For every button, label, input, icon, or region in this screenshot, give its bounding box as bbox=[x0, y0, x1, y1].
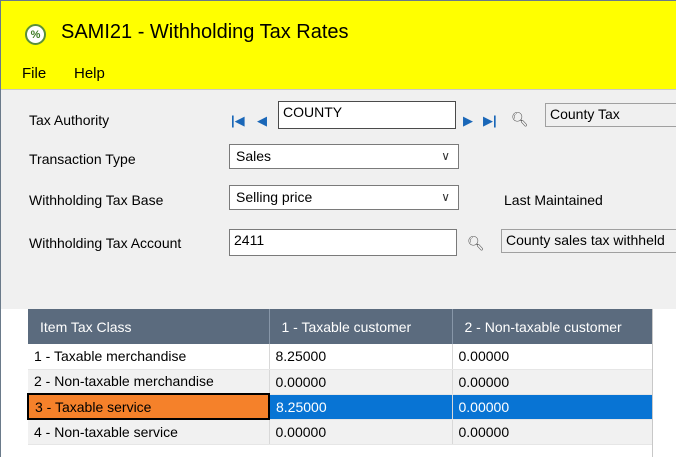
withholding-tax-base-label: Withholding Tax Base bbox=[29, 192, 164, 208]
next-record-icon[interactable]: ▶ bbox=[463, 113, 473, 129]
chevron-down-icon: ∨ bbox=[441, 190, 450, 204]
cell-taxable-rate[interactable]: 0.00000 bbox=[269, 419, 453, 445]
last-record-icon[interactable]: ▶| bbox=[483, 113, 497, 129]
previous-record-icon[interactable]: ◀ bbox=[257, 113, 267, 129]
cell-non-taxable-rate[interactable]: 0.00000 bbox=[452, 344, 654, 370]
tax-account-description: County sales tax withheld bbox=[501, 229, 676, 253]
cell-item-tax-class[interactable]: 3 - Taxable service bbox=[27, 393, 270, 420]
table-row-selected[interactable]: 3 - Taxable service 8.25000 0.00000 bbox=[27, 393, 654, 420]
cell-non-taxable-rate[interactable]: 0.00000 bbox=[452, 369, 654, 395]
cell-taxable-rate[interactable]: 8.25000 bbox=[269, 344, 453, 370]
window-title: SAMI21 - Withholding Tax Rates bbox=[61, 21, 349, 43]
cell-taxable-rate[interactable]: 8.25000 bbox=[269, 394, 453, 420]
tax-rates-grid: Item Tax Class 1 - Taxable customer 2 - … bbox=[27, 309, 676, 457]
application-window: % SAMI21 - Withholding Tax Rates File He… bbox=[0, 0, 676, 457]
cell-item-tax-class[interactable]: 4 - Non-taxable service bbox=[28, 419, 270, 445]
column-header-non-taxable-customer[interactable]: 2 - Non-taxable customer bbox=[452, 309, 654, 344]
menu-bar: File Help bbox=[1, 59, 676, 89]
transaction-type-label: Transaction Type bbox=[29, 151, 136, 167]
tax-authority-input[interactable]: COUNTY bbox=[278, 101, 456, 129]
tax-authority-lookup-icon[interactable]: 🔍︎ bbox=[511, 111, 529, 128]
cell-item-tax-class[interactable]: 1 - Taxable merchandise bbox=[28, 344, 270, 370]
cell-non-taxable-rate[interactable]: 0.00000 bbox=[452, 394, 654, 420]
menu-help[interactable]: Help bbox=[74, 65, 105, 82]
withholding-tax-base-value: Selling price bbox=[236, 189, 313, 205]
tax-account-lookup-icon[interactable]: 🔍︎ bbox=[467, 235, 485, 252]
first-record-icon[interactable]: |◀ bbox=[231, 113, 245, 129]
withholding-tax-account-input[interactable]: 2411 bbox=[229, 229, 457, 256]
withholding-tax-account-label: Withholding Tax Account bbox=[29, 235, 182, 251]
table-row[interactable]: 1 - Taxable merchandise 8.25000 0.00000 bbox=[28, 344, 654, 370]
withholding-tax-base-select[interactable]: Selling price ∨ bbox=[229, 185, 459, 210]
transaction-type-select[interactable]: Sales ∨ bbox=[229, 144, 459, 169]
column-header-taxable-customer[interactable]: 1 - Taxable customer bbox=[269, 309, 453, 344]
title-bar[interactable]: % SAMI21 - Withholding Tax Rates bbox=[1, 1, 676, 59]
column-header-item-tax-class[interactable]: Item Tax Class bbox=[28, 309, 270, 344]
grid-empty-area bbox=[652, 309, 676, 457]
menu-file[interactable]: File bbox=[22, 65, 46, 82]
tax-authority-description: County Tax bbox=[545, 103, 676, 127]
cell-non-taxable-rate[interactable]: 0.00000 bbox=[452, 419, 654, 445]
table-header-row: Item Tax Class 1 - Taxable customer 2 - … bbox=[28, 309, 654, 344]
cell-item-tax-class[interactable]: 2 - Non-taxable merchandise bbox=[28, 369, 270, 395]
chevron-down-icon: ∨ bbox=[441, 149, 450, 163]
transaction-type-value: Sales bbox=[236, 148, 272, 164]
table-row[interactable]: 4 - Non-taxable service 0.00000 0.00000 bbox=[28, 419, 654, 445]
app-percent-icon: % bbox=[25, 24, 46, 45]
last-maintained-label: Last Maintained bbox=[504, 192, 603, 208]
cell-taxable-rate[interactable]: 0.00000 bbox=[269, 369, 453, 395]
tax-authority-label: Tax Authority bbox=[29, 112, 110, 128]
table-row[interactable]: 2 - Non-taxable merchandise 0.00000 0.00… bbox=[28, 369, 654, 395]
tax-rates-table: Item Tax Class 1 - Taxable customer 2 - … bbox=[27, 309, 654, 445]
